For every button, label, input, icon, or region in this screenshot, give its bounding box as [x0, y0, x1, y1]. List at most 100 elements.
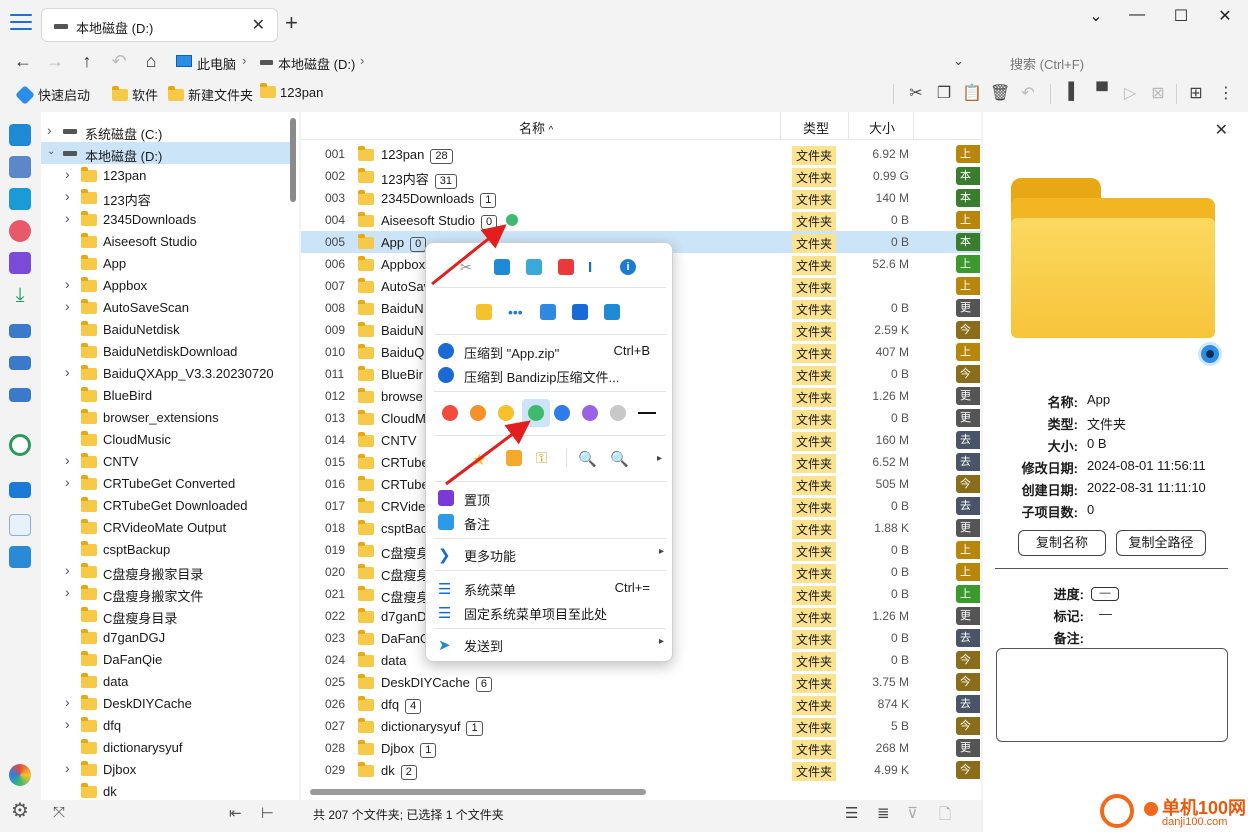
- color-tag-dot[interactable]: [442, 405, 458, 421]
- column-divider[interactable]: [780, 112, 781, 140]
- star-icon[interactable]: ★: [472, 450, 488, 469]
- recycle-bin-icon[interactable]: [9, 514, 31, 536]
- tree-item[interactable]: › CNTV: [41, 450, 291, 472]
- more-vertical-icon[interactable]: ⋮: [1216, 83, 1236, 103]
- tree-item[interactable]: BaiduNetdiskDownload: [41, 340, 291, 362]
- table-row[interactable]: 028 Djbox 1 文件夹 268 M 更早: [301, 737, 981, 772]
- menu-item-more-functions[interactable]: ❯ 更多功能 ▸: [426, 543, 674, 565]
- tree-item[interactable]: › dfq: [41, 714, 291, 736]
- tree-item[interactable]: csptBackup: [41, 538, 291, 560]
- tree-view-icon[interactable]: ⊢: [261, 804, 274, 822]
- new-folder-icon[interactable]: [476, 304, 492, 320]
- tree-item[interactable]: dictionarysyuf: [41, 736, 291, 758]
- music-icon[interactable]: [9, 220, 31, 242]
- more-icon[interactable]: •••: [508, 304, 524, 320]
- tree-scrollbar[interactable]: [290, 118, 296, 202]
- collapse-icon[interactable]: ⌄: [1081, 6, 1111, 26]
- control-panel-icon[interactable]: [9, 546, 31, 568]
- tree-item[interactable]: › BaiduQXApp_V3.3.20230720: [41, 362, 291, 384]
- chevron-right-icon[interactable]: ›: [65, 166, 70, 182]
- chevron-right-icon[interactable]: ›: [65, 276, 70, 292]
- menu-item-pin-top[interactable]: 置顶: [426, 487, 674, 509]
- tree-item[interactable]: dk: [41, 780, 291, 802]
- quick-folder-new[interactable]: 新建文件夹: [168, 85, 253, 104]
- table-row[interactable]: 002 123内容 31 文件夹 0.99 G 本: [301, 165, 981, 189]
- details-view-icon[interactable]: ☰: [845, 804, 858, 822]
- info-icon[interactable]: i: [620, 259, 636, 275]
- drive-d-icon[interactable]: [9, 356, 31, 370]
- close-panel-icon[interactable]: ✕: [1215, 120, 1228, 140]
- quick-folder-software[interactable]: 软件: [112, 85, 158, 104]
- chevron-right-icon[interactable]: ›: [65, 716, 70, 732]
- copy-icon[interactable]: [494, 259, 510, 275]
- tree-item[interactable]: C盘瘦身目录: [41, 604, 291, 626]
- note-textarea[interactable]: [996, 648, 1228, 742]
- cut-icon[interactable]: ✂: [906, 83, 926, 103]
- table-row[interactable]: 001 123pan 28 文件夹 6.92 M 上: [301, 143, 981, 165]
- recent-icon[interactable]: [9, 434, 31, 456]
- column-divider[interactable]: [848, 112, 849, 140]
- search-input[interactable]: 搜索 (Ctrl+F): [1010, 54, 1084, 73]
- menu-item-zip-app[interactable]: 压缩到 "App.zip" Ctrl+B: [426, 340, 674, 362]
- tree-item[interactable]: CRVideoMate Output: [41, 516, 291, 538]
- no-color-dash[interactable]: [638, 412, 656, 414]
- cut-icon[interactable]: ✂: [460, 259, 476, 275]
- quick-folder-123pan[interactable]: 123pan: [260, 83, 323, 100]
- undo-icon[interactable]: ↶: [1018, 83, 1038, 103]
- breadcrumb-pc[interactable]: 此电脑: [197, 54, 236, 73]
- preview-pane-icon[interactable]: ▷: [1120, 83, 1140, 103]
- maximize-button[interactable]: ☐: [1166, 6, 1196, 26]
- tree-item[interactable]: BlueBird: [41, 384, 291, 406]
- color-tag-dot[interactable]: [554, 405, 570, 421]
- color-tag-dot[interactable]: [498, 405, 514, 421]
- table-row[interactable]: 029 dk 2 文件夹 4.99 K 今: [301, 759, 981, 781]
- collapse-all-icon[interactable]: ⤧: [53, 804, 65, 821]
- tree-item[interactable]: › Djbox: [41, 758, 291, 780]
- delete-icon[interactable]: [558, 259, 574, 275]
- color-tag-dot[interactable]: [528, 405, 544, 421]
- top-pane-icon[interactable]: ▀: [1092, 83, 1112, 101]
- chevron-right-icon[interactable]: ›: [242, 53, 246, 68]
- chevron-right-icon[interactable]: ›: [360, 53, 364, 68]
- chevron-right-icon[interactable]: ›: [65, 562, 70, 578]
- menu-item-send-to[interactable]: ➤ 发送到 ▸: [426, 633, 674, 655]
- favorite-folder-icon[interactable]: [506, 450, 522, 466]
- tree-item[interactable]: › DeskDIYCache: [41, 692, 291, 714]
- tab-icon[interactable]: [572, 304, 588, 320]
- tree-item[interactable]: › 123pan: [41, 164, 291, 186]
- rename-icon[interactable]: I: [588, 259, 604, 276]
- forward-icon[interactable]: →: [44, 51, 66, 72]
- table-row[interactable]: 027 dictionarysyuf 1 文件夹 5 B 今: [301, 715, 981, 737]
- color-tags-icon[interactable]: [9, 764, 31, 786]
- window-icon[interactable]: [540, 304, 556, 320]
- chevron-right-icon[interactable]: ›: [65, 584, 70, 600]
- column-type-header[interactable]: 类型: [803, 118, 829, 137]
- outdent-icon[interactable]: ⇤: [229, 804, 242, 822]
- paste-icon[interactable]: [526, 259, 542, 275]
- menu-item-pin-system-menu[interactable]: ☰ 固定系统菜单项目至此处: [426, 601, 674, 623]
- tree-item[interactable]: browser_extensions: [41, 406, 291, 428]
- chevron-down-icon[interactable]: ⌄: [953, 53, 964, 69]
- tree-item[interactable]: › C盘瘦身搬家文件: [41, 582, 291, 604]
- copy-name-button[interactable]: 复制名称: [1018, 530, 1106, 556]
- tree-item[interactable]: › 123内容: [41, 186, 291, 208]
- chevron-right-icon[interactable]: ›: [65, 188, 70, 204]
- desktop-icon[interactable]: [9, 124, 31, 146]
- list-view-icon[interactable]: ≣: [877, 804, 890, 822]
- close-pane-icon[interactable]: ⊠: [1148, 83, 1168, 103]
- monitor-icon[interactable]: [604, 304, 620, 320]
- progress-box[interactable]: —: [1091, 587, 1119, 601]
- tree-item[interactable]: › Appbox: [41, 274, 291, 296]
- search-icon[interactable]: 🔍: [578, 450, 597, 468]
- table-row[interactable]: 025 DeskDIYCache 6 文件夹 3.75 M 今: [301, 671, 981, 693]
- color-tag-dot[interactable]: [582, 405, 598, 421]
- chevron-right-icon[interactable]: ›: [65, 364, 70, 380]
- tree-item[interactable]: › 系统磁盘 (C:): [41, 120, 291, 142]
- column-size-header[interactable]: 大小: [869, 118, 895, 137]
- paste-icon[interactable]: 📋: [962, 83, 982, 103]
- tab-local-disk-d[interactable]: 本地磁盘 (D:) ✕: [41, 8, 278, 42]
- color-tag-dot[interactable]: [470, 405, 486, 421]
- back-icon[interactable]: ←: [12, 51, 34, 72]
- tree-item[interactable]: › C盘瘦身搬家目录: [41, 560, 291, 582]
- key-icon[interactable]: ⚿: [536, 450, 552, 467]
